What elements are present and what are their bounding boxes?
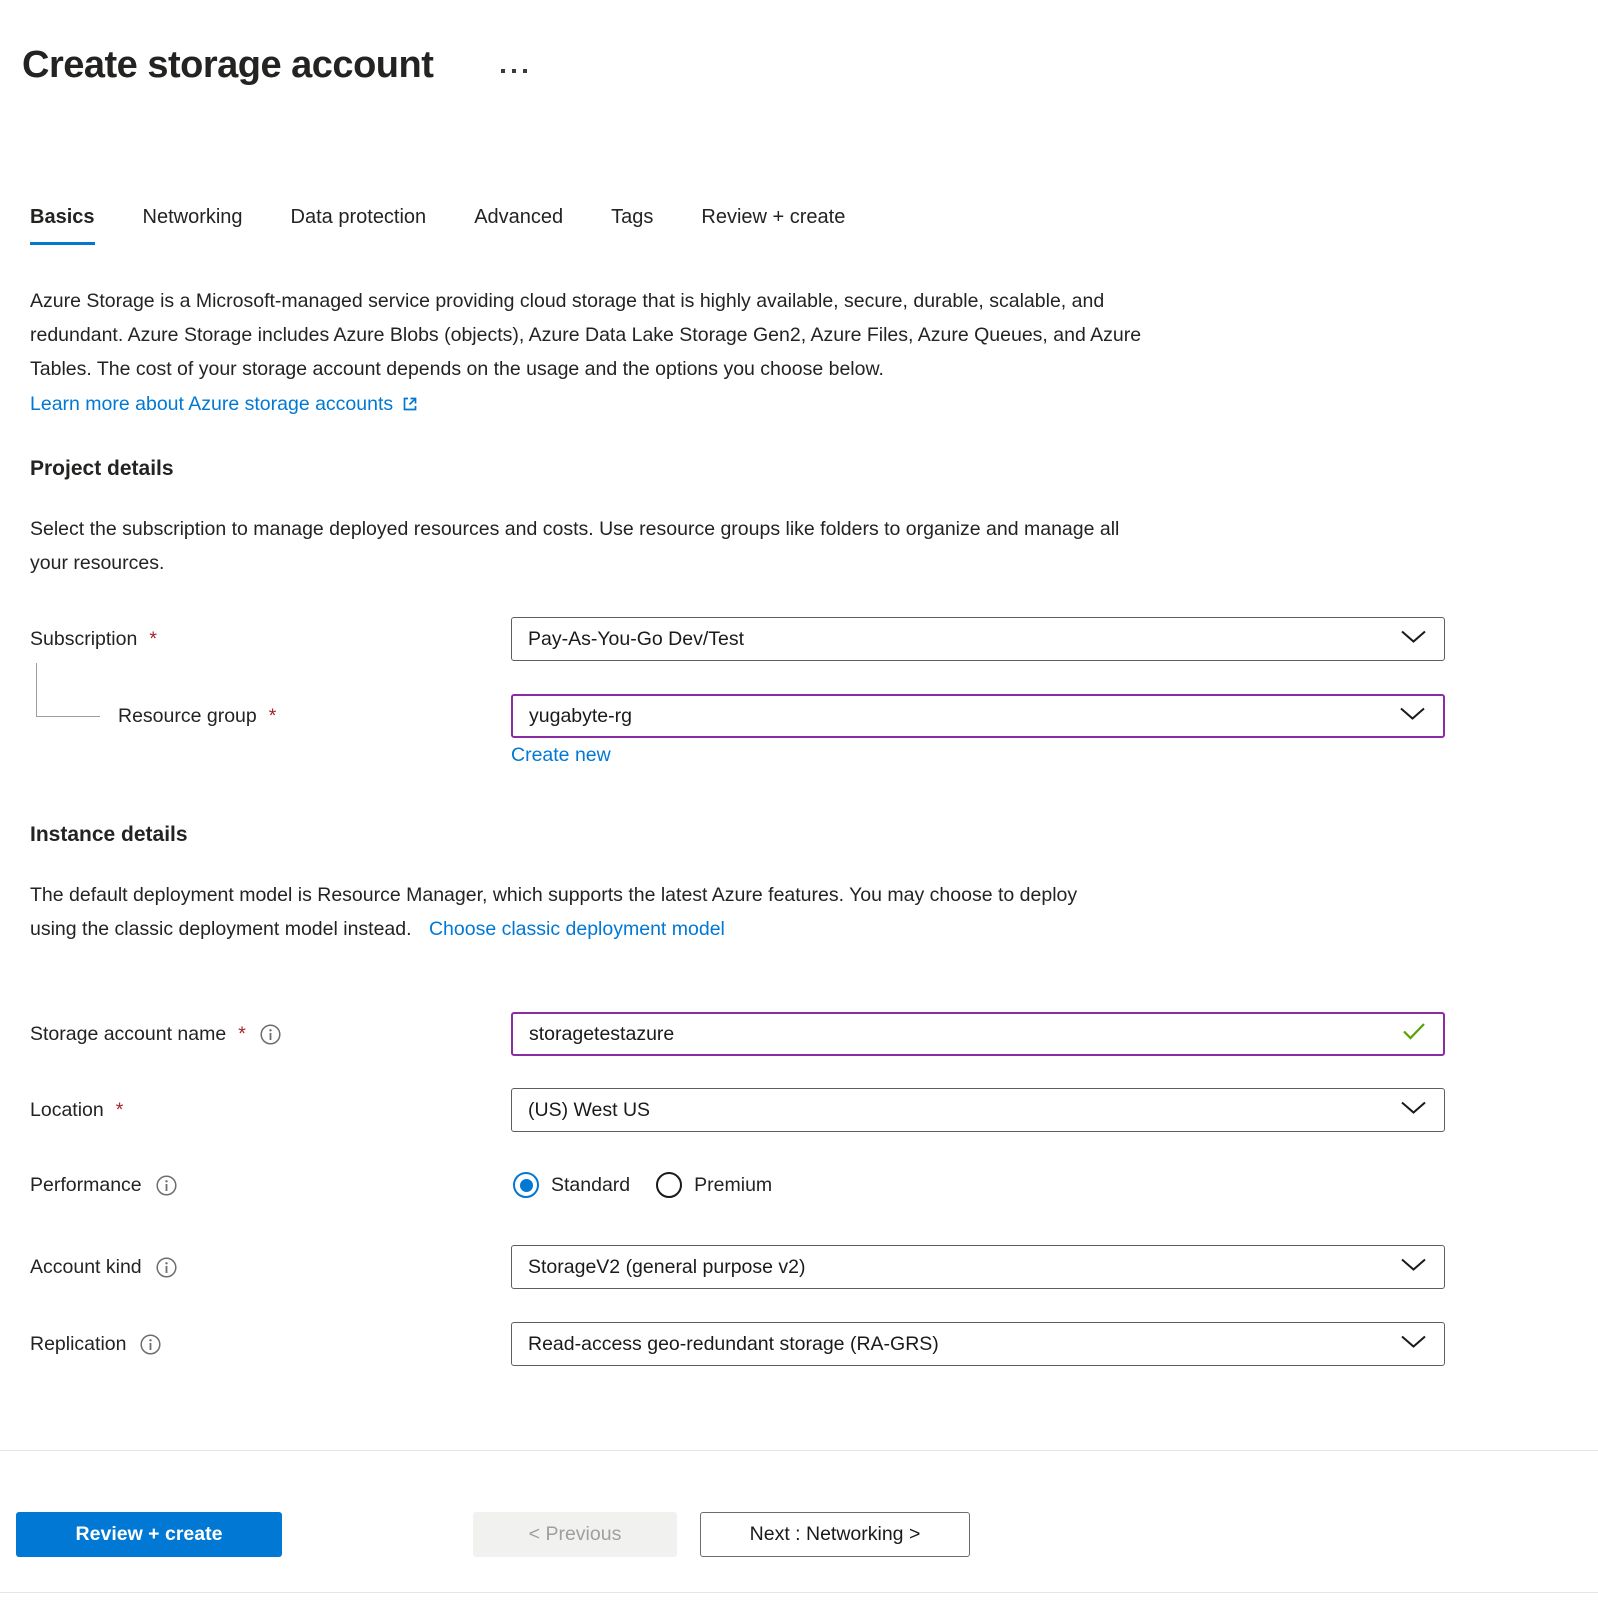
project-details-desc-line: your resources.: [30, 546, 1119, 580]
location-label-text: Location: [30, 1099, 104, 1122]
radio-premium[interactable]: Premium: [656, 1172, 772, 1198]
account-kind-dropdown[interactable]: StorageV2 (general purpose v2): [511, 1245, 1445, 1289]
classic-deployment-link[interactable]: Choose classic deployment model: [429, 918, 725, 940]
footer-divider: [0, 1450, 1598, 1451]
tab-tags[interactable]: Tags: [611, 206, 653, 245]
valid-check-icon: [1402, 1022, 1426, 1047]
radio-selected-icon: [513, 1172, 539, 1198]
subscription-dropdown[interactable]: Pay-As-You-Go Dev/Test: [511, 617, 1445, 661]
page-title: Create storage account: [22, 44, 433, 87]
resource-group-label-text: Resource group: [118, 705, 257, 728]
intro-text: Azure Storage is a Microsoft-managed ser…: [30, 284, 1141, 421]
performance-label: Performance: [30, 1163, 177, 1207]
create-storage-account-page: Create storage account Basics Networking…: [0, 0, 1598, 1600]
instance-details-desc-text: using the classic deployment model inste…: [30, 918, 412, 940]
replication-dropdown[interactable]: Read-access geo-redundant storage (RA-GR…: [511, 1322, 1445, 1366]
review-create-button[interactable]: Review + create: [16, 1512, 282, 1557]
storage-account-name-label-text: Storage account name: [30, 1023, 226, 1046]
create-new-link[interactable]: Create new: [511, 744, 611, 767]
tab-basics[interactable]: Basics: [30, 206, 95, 245]
replication-label: Replication: [30, 1322, 161, 1366]
subscription-label-text: Subscription: [30, 628, 137, 651]
resource-group-label: Resource group *: [118, 694, 276, 738]
resource-group-value: yugabyte-rg: [529, 705, 632, 728]
chevron-down-icon: [1400, 628, 1427, 651]
info-icon[interactable]: [260, 1024, 281, 1045]
next-networking-button[interactable]: Next : Networking >: [700, 1512, 970, 1557]
subscription-label: Subscription *: [30, 617, 157, 661]
page-header: Create storage account: [22, 44, 533, 87]
subscription-value: Pay-As-You-Go Dev/Test: [528, 628, 744, 651]
instance-details-description: The default deployment model is Resource…: [30, 878, 1077, 946]
chevron-down-icon: [1399, 705, 1426, 728]
required-asterisk: *: [149, 628, 157, 651]
replication-label-text: Replication: [30, 1333, 126, 1356]
required-asterisk: *: [116, 1099, 124, 1122]
location-label: Location *: [30, 1088, 123, 1132]
intro-line: Azure Storage is a Microsoft-managed ser…: [30, 284, 1141, 318]
account-kind-label-text: Account kind: [30, 1256, 142, 1279]
subscription-row: Subscription * Pay-As-You-Go Dev/Test: [0, 617, 1598, 661]
tab-bar: Basics Networking Data protection Advanc…: [30, 206, 845, 245]
intro-line: Tables. The cost of your storage account…: [30, 352, 1141, 386]
project-details-heading: Project details: [30, 457, 174, 481]
learn-more-link[interactable]: Learn more about Azure storage accounts: [30, 387, 419, 421]
instance-details-heading: Instance details: [30, 823, 188, 847]
location-row: Location * (US) West US: [0, 1088, 1598, 1132]
storage-account-name-row: Storage account name *: [0, 1012, 1598, 1056]
learn-more-link-label: Learn more about Azure storage accounts: [30, 387, 393, 421]
radio-standard[interactable]: Standard: [513, 1172, 630, 1198]
tab-data-protection[interactable]: Data protection: [291, 206, 427, 245]
chevron-down-icon: [1400, 1333, 1427, 1356]
instance-details-desc-line: using the classic deployment model inste…: [30, 912, 1077, 946]
info-icon[interactable]: [156, 1175, 177, 1196]
project-details-description: Select the subscription to manage deploy…: [30, 512, 1119, 580]
account-kind-row: Account kind StorageV2 (general purpose …: [0, 1245, 1598, 1289]
location-dropdown[interactable]: (US) West US: [511, 1088, 1445, 1132]
location-value: (US) West US: [528, 1099, 650, 1122]
required-asterisk: *: [269, 705, 277, 728]
replication-value: Read-access geo-redundant storage (RA-GR…: [528, 1333, 939, 1356]
replication-row: Replication Read-access geo-redundant st…: [0, 1322, 1598, 1366]
account-kind-label: Account kind: [30, 1245, 177, 1289]
more-options-icon[interactable]: [495, 63, 533, 79]
tab-review-create[interactable]: Review + create: [701, 206, 845, 245]
info-icon[interactable]: [140, 1334, 161, 1355]
info-icon[interactable]: [156, 1257, 177, 1278]
radio-premium-label: Premium: [694, 1174, 772, 1197]
storage-account-name-field[interactable]: [511, 1012, 1445, 1056]
account-kind-value: StorageV2 (general purpose v2): [528, 1256, 806, 1279]
intro-line: redundant. Azure Storage includes Azure …: [30, 318, 1141, 352]
previous-button[interactable]: < Previous: [473, 1512, 677, 1557]
project-details-desc-line: Select the subscription to manage deploy…: [30, 512, 1119, 546]
storage-account-name-label: Storage account name *: [30, 1012, 281, 1056]
performance-radio-group: Standard Premium: [513, 1163, 772, 1207]
chevron-down-icon: [1400, 1256, 1427, 1279]
resource-group-dropdown[interactable]: yugabyte-rg: [511, 694, 1445, 738]
required-asterisk: *: [238, 1023, 246, 1046]
resource-group-row: Resource group * yugabyte-rg: [0, 694, 1598, 738]
instance-details-desc-line: The default deployment model is Resource…: [30, 878, 1077, 912]
tab-advanced[interactable]: Advanced: [474, 206, 563, 245]
performance-label-text: Performance: [30, 1174, 142, 1197]
tab-networking[interactable]: Networking: [143, 206, 243, 245]
bottom-divider: [0, 1592, 1598, 1593]
performance-row: Performance Standard Premium: [0, 1163, 1598, 1207]
radio-standard-label: Standard: [551, 1174, 630, 1197]
storage-account-name-input[interactable]: [529, 1014, 1391, 1054]
external-link-icon: [401, 395, 419, 413]
radio-unselected-icon: [656, 1172, 682, 1198]
chevron-down-icon: [1400, 1099, 1427, 1122]
